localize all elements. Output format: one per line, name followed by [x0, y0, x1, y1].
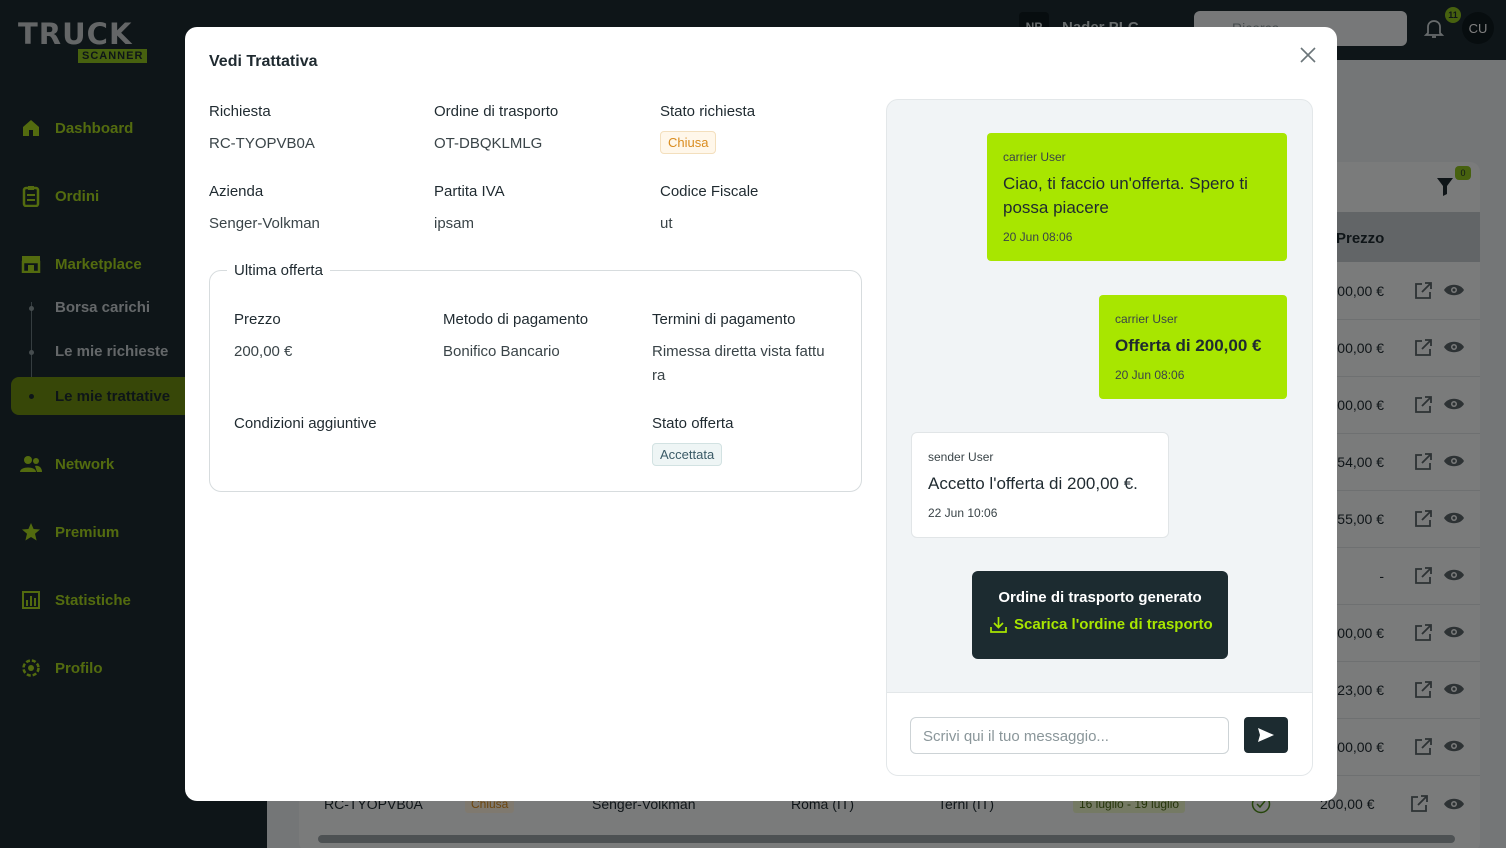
prezzo-value: 200,00 € — [234, 343, 293, 360]
download-icon — [990, 616, 1007, 633]
message-text-line1: Ciao, ti faccio un'offerta. Spero ti — [1003, 174, 1248, 193]
chat-panel: carrier User Ciao, ti faccio un'offerta.… — [886, 99, 1313, 776]
partita-iva-label: Partita IVA — [434, 183, 505, 200]
download-order-label: Scarica l'ordine di trasporto — [1014, 616, 1213, 633]
status-badge: Chiusa — [660, 131, 717, 154]
condizioni-label: Condizioni aggiuntive — [234, 415, 377, 432]
send-button[interactable] — [1244, 717, 1288, 753]
message-text: Accetto l'offerta di 200,00 €. — [928, 474, 1138, 493]
termini-pagamento-value-line2: ra — [652, 367, 666, 384]
chat-message: carrier User Ciao, ti faccio un'offerta.… — [987, 133, 1287, 261]
partita-iva-value: ipsam — [434, 215, 475, 232]
chat-message: carrier User Offerta di 200,00 € 20 Jun … — [1099, 295, 1287, 399]
prezzo-label: Prezzo — [234, 311, 281, 328]
order-generated-title: Ordine di trasporto generato — [998, 589, 1202, 606]
metodo-pagamento-label: Metodo di pagamento — [443, 311, 589, 328]
codice-fiscale-value: ut — [660, 215, 673, 232]
stato-offerta-label: Stato offerta — [652, 415, 734, 432]
message-input[interactable]: Scrivi qui il tuo messaggio... — [910, 717, 1229, 754]
message-sender: carrier User — [1115, 312, 1178, 326]
message-time: 20 Jun 08:06 — [1003, 230, 1073, 244]
message-text-line2: possa piacere — [1003, 198, 1109, 217]
ordine-value: OT-DBQKLMLG — [434, 135, 543, 152]
offer-status-badge: Accettata — [652, 443, 723, 466]
ordine-label: Ordine di trasporto — [434, 103, 559, 120]
message-sender: sender User — [928, 450, 994, 464]
send-icon — [1257, 727, 1275, 743]
close-icon[interactable] — [1298, 45, 1318, 65]
last-offer-legend: Ultima offerta — [227, 262, 330, 279]
download-order-link[interactable]: Scarica l'ordine di trasporto — [990, 616, 1213, 633]
azienda-value: Senger-Volkman — [209, 215, 320, 232]
metodo-pagamento-value: Bonifico Bancario — [443, 343, 560, 360]
richiesta-value: RC-TYOPVB0A — [209, 135, 315, 152]
chat-message: sender User Accetto l'offerta di 200,00 … — [911, 432, 1169, 538]
modal-title: Vedi Trattativa — [209, 53, 318, 70]
negotiation-modal: Vedi Trattativa Richiesta RC-TYOPVB0A Or… — [185, 27, 1337, 801]
richiesta-label: Richiesta — [209, 103, 271, 120]
message-time: 22 Jun 10:06 — [928, 506, 998, 520]
termini-pagamento-label: Termini di pagamento — [652, 311, 796, 328]
termini-pagamento-value-line1: Rimessa diretta vista fattu — [652, 343, 825, 360]
azienda-label: Azienda — [209, 183, 264, 200]
message-time: 20 Jun 08:06 — [1115, 368, 1185, 382]
message-text: Offerta di 200,00 € — [1115, 336, 1262, 355]
chat-composer: Scrivi qui il tuo messaggio... — [887, 692, 1312, 775]
last-offer-panel — [209, 270, 862, 492]
order-generated-card: Ordine di trasporto generato Scarica l'o… — [972, 571, 1228, 659]
stato-richiesta-label: Stato richiesta — [660, 103, 756, 120]
codice-fiscale-label: Codice Fiscale — [660, 183, 759, 200]
message-sender: carrier User — [1003, 150, 1066, 164]
